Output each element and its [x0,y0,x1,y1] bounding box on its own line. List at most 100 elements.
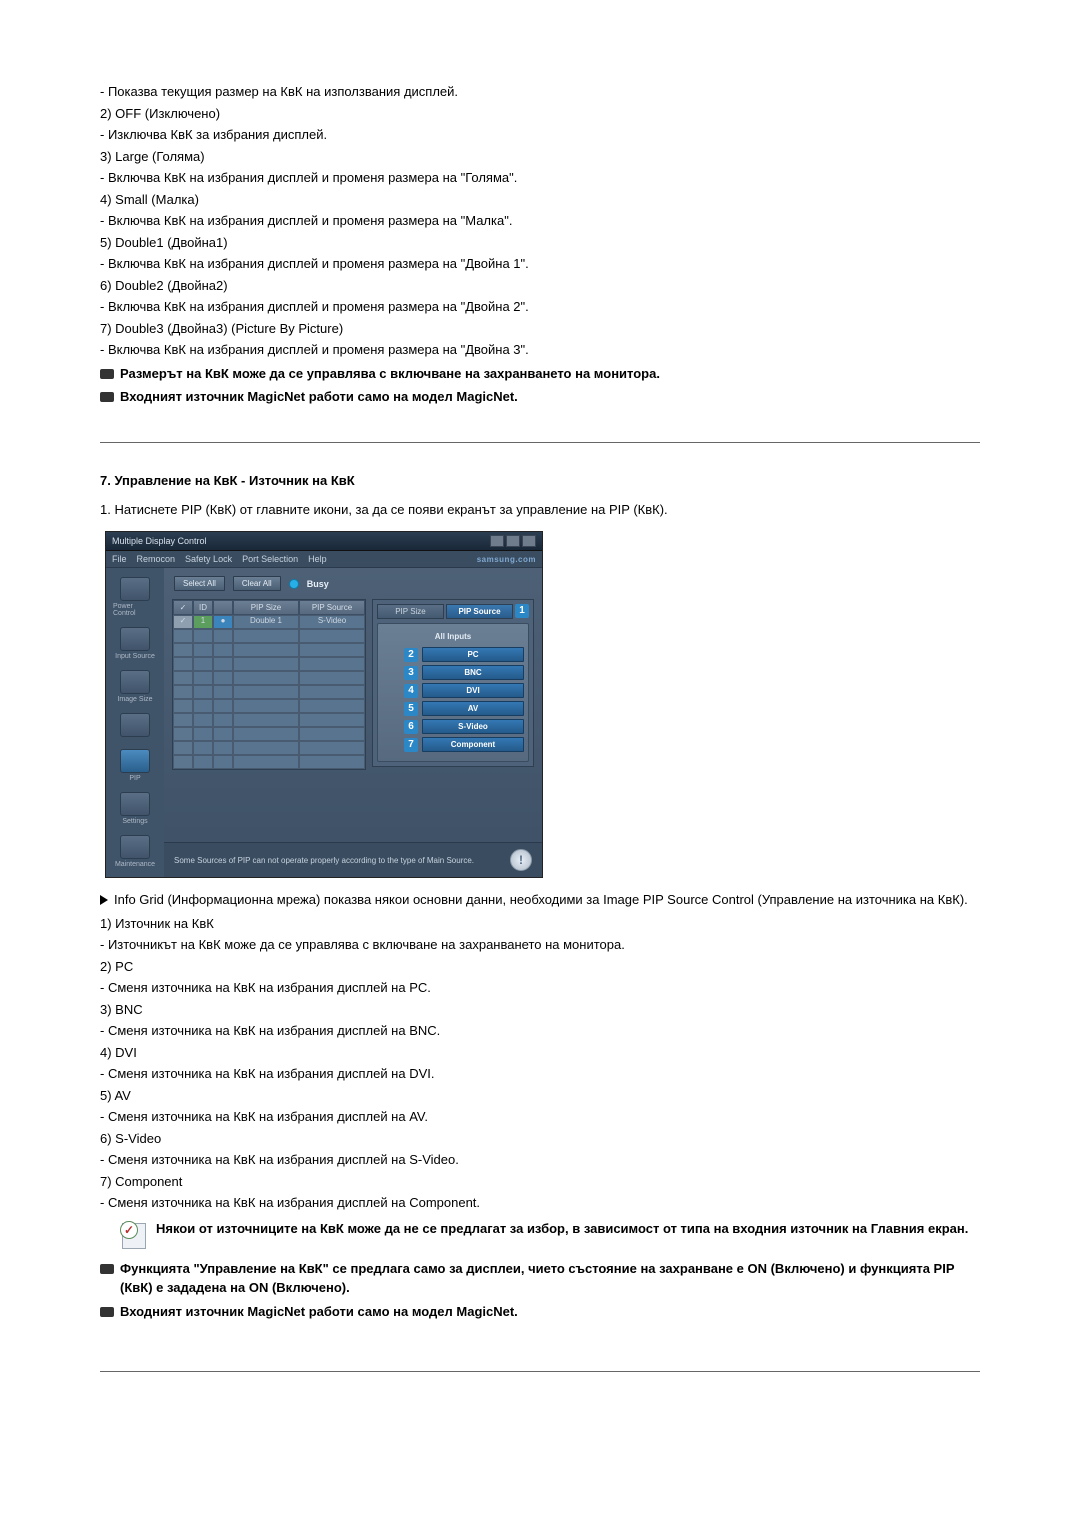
grid-header-check[interactable]: ✓ [173,600,193,615]
source-svideo-button[interactable]: S-Video [422,719,524,734]
table-row[interactable] [173,685,365,699]
cell [299,755,365,769]
tab-pip-size[interactable]: PIP Size [377,604,444,619]
cell [213,741,233,755]
cell [299,741,365,755]
item: 2) OFF (Изключено) [100,104,980,124]
source-pc-button[interactable]: PC [422,647,524,662]
select-all-button[interactable]: Select All [174,576,225,591]
grid-header-pipsource: PIP Source [299,600,365,615]
cell-pipsize: Double 1 [233,615,299,629]
cell-check[interactable] [173,727,193,741]
cell [299,727,365,741]
table-row[interactable] [173,727,365,741]
tab-pip-source[interactable]: PIP Source [446,604,513,619]
info-icon: ! [510,849,532,871]
cell [193,685,213,699]
grid-header-id: ID [193,600,213,615]
clear-all-button[interactable]: Clear All [233,576,281,591]
sidebar-item-image[interactable]: Image Size [113,667,157,706]
sidebar-label: Maintenance [115,861,155,868]
menu-help[interactable]: Help [308,554,327,564]
cell-check[interactable] [173,741,193,755]
cell-check[interactable] [173,643,193,657]
note-icon [100,392,114,402]
table-row[interactable] [173,657,365,671]
cell [213,713,233,727]
text: - Сменя източника на КвК на избрания дис… [100,1107,980,1127]
gear-icon [120,792,150,816]
source-av-button[interactable]: AV [422,701,524,716]
note-row: Функцията "Управление на КвК" се предлаг… [100,1259,980,1298]
text: - Сменя източника на КвК на избрания дис… [100,1064,980,1084]
item: 7) Component [100,1172,980,1192]
cell [193,727,213,741]
cell [213,643,233,657]
cell [193,699,213,713]
table-row[interactable] [173,629,365,643]
item: 7) Double3 (Двойна3) (Picture By Picture… [100,319,980,339]
sidebar-item-maintenance[interactable]: Maintenance [113,832,157,871]
table-row[interactable] [173,671,365,685]
cell [193,657,213,671]
sidebar: Power Control Input Source Image Size PI… [106,568,164,877]
cell-check[interactable] [173,755,193,769]
callout-2: 2 [404,648,418,662]
cell-check[interactable] [173,629,193,643]
callout-7: 7 [404,738,418,752]
cell-check[interactable] [173,699,193,713]
sidebar-label: Power Control [113,603,157,617]
menu-file[interactable]: File [112,554,127,564]
grid-header-status [213,600,233,615]
section-intro: 1. Натиснете PIP (КвК) от главните икони… [100,500,980,520]
menu-port-selection[interactable]: Port Selection [242,554,298,564]
busy-label: Busy [307,579,329,589]
info-grid: ✓ ID PIP Size PIP Source ✓ 1 ● Double 1 … [172,599,366,770]
sidebar-item-power[interactable]: Power Control [113,574,157,620]
right-panel: PIP Size PIP Source 1 All Inputs 2PC 3BN… [372,599,534,767]
source-component-button[interactable]: Component [422,737,524,752]
main-pane: Select All Clear All Busy ✓ ID PIP Size … [164,568,542,877]
table-row[interactable] [173,699,365,713]
menu-remocon[interactable]: Remocon [137,554,176,564]
callout-3: 3 [404,666,418,680]
callout-6: 6 [404,720,418,734]
maximize-button[interactable] [506,535,520,547]
text: - Показва текущия размер на КвК на изпол… [100,82,980,102]
cell [213,727,233,741]
callout-5: 5 [404,702,418,716]
sidebar-item-settings[interactable]: Settings [113,789,157,828]
close-button[interactable] [522,535,536,547]
cell [233,671,299,685]
text: - Източникът на КвК може да се управлява… [100,935,980,955]
sidebar-label: PIP [129,775,140,782]
cell-id: 1 [193,615,213,629]
sidebar-item-time[interactable] [113,710,157,742]
cell-check[interactable] [173,713,193,727]
table-row[interactable] [173,741,365,755]
brand-link[interactable]: samsung.com [477,555,536,564]
note-row: Размерът на КвК може да се управлява с в… [100,364,980,384]
source-section: All Inputs 2PC 3BNC 4DVI 5AV 6S-Video 7C… [377,623,529,762]
sidebar-item-input[interactable]: Input Source [113,624,157,663]
text: - Сменя източника на КвК на избрания дис… [100,1193,980,1213]
cell-check[interactable] [173,657,193,671]
cell-check[interactable] [173,685,193,699]
cell-check[interactable]: ✓ [173,615,193,629]
table-row[interactable] [173,643,365,657]
table-row[interactable]: ✓ 1 ● Double 1 S-Video [173,615,365,629]
cell [213,671,233,685]
info-arrow-row: Info Grid (Информационна мрежа) показва … [100,890,980,910]
source-dvi-button[interactable]: DVI [422,683,524,698]
pip-icon [120,749,150,773]
table-row[interactable] [173,713,365,727]
note-text: Размерът на КвК може да се управлява с в… [120,364,660,384]
table-row[interactable] [173,755,365,769]
cell-check[interactable] [173,671,193,685]
titlebar: Multiple Display Control [106,532,542,551]
minimize-button[interactable] [490,535,504,547]
source-bnc-button[interactable]: BNC [422,665,524,680]
sidebar-item-pip[interactable]: PIP [113,746,157,785]
menu-safety-lock[interactable]: Safety Lock [185,554,232,564]
cell [233,727,299,741]
